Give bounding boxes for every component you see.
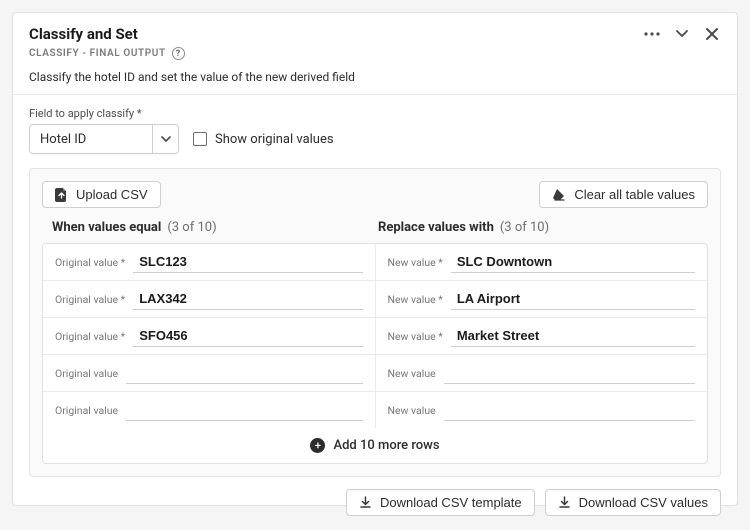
- original-value-cell: Original value *: [43, 281, 376, 317]
- table-row: Original value New value: [43, 392, 707, 428]
- file-upload-icon: [55, 188, 68, 202]
- field-select-value: Hotel ID: [30, 132, 96, 147]
- new-value-label: New value *: [388, 330, 443, 343]
- download-icon: [359, 496, 372, 509]
- original-value-label: Original value *: [55, 256, 125, 269]
- download-icon: [558, 496, 571, 509]
- help-icon[interactable]: ?: [172, 47, 185, 60]
- original-value-input[interactable]: [126, 399, 362, 421]
- original-value-input[interactable]: [126, 362, 362, 384]
- new-value-label: New value: [388, 367, 436, 380]
- checkbox-box: [193, 132, 207, 146]
- clear-all-button[interactable]: Clear all table values: [539, 181, 708, 208]
- new-value-label: New value *: [388, 293, 443, 306]
- new-value-label: New value: [388, 404, 436, 417]
- original-value-cell: Original value *: [43, 318, 376, 354]
- columns-header: When values equal(3 of 10) Replace value…: [42, 220, 708, 243]
- new-value-input[interactable]: [451, 288, 695, 310]
- upload-csv-button[interactable]: Upload CSV: [42, 181, 161, 208]
- show-original-checkbox[interactable]: Show original values: [193, 132, 334, 147]
- original-value-label: Original value: [55, 404, 118, 417]
- panel-subtitle: CLASSIFY - FINAL OUTPUT: [29, 48, 166, 59]
- download-template-button[interactable]: Download CSV template: [346, 489, 535, 516]
- original-value-label: Original value: [55, 367, 118, 380]
- original-value-input[interactable]: [133, 251, 362, 273]
- field-label: Field to apply classify *: [29, 107, 721, 120]
- header-actions: [643, 25, 721, 43]
- new-value-cell: New value: [376, 355, 708, 391]
- new-value-label: New value *: [388, 256, 443, 269]
- original-value-cell: Original value: [43, 392, 376, 428]
- field-select[interactable]: Hotel ID: [29, 124, 179, 154]
- new-value-input[interactable]: [444, 362, 695, 384]
- new-value-input[interactable]: [451, 251, 695, 273]
- close-icon[interactable]: [703, 25, 721, 43]
- add-rows-button[interactable]: + Add 10 more rows: [43, 428, 707, 463]
- table-row: Original value * New value *: [43, 318, 707, 355]
- original-value-input[interactable]: [133, 325, 362, 347]
- values-panel: Upload CSV Clear all table values When v…: [29, 168, 721, 477]
- original-value-cell: Original value: [43, 355, 376, 391]
- original-value-label: Original value *: [55, 293, 125, 306]
- original-value-label: Original value *: [55, 330, 125, 343]
- right-column-title: Replace values with(3 of 10): [378, 220, 704, 235]
- panel-body: Field to apply classify * Hotel ID Show …: [13, 95, 737, 530]
- eraser-icon: [552, 188, 566, 201]
- new-value-cell: New value *: [376, 318, 708, 354]
- panel-title: Classify and Set: [29, 25, 138, 43]
- table-row: Original value * New value *: [43, 244, 707, 281]
- new-value-cell: New value *: [376, 281, 708, 317]
- new-value-input[interactable]: [451, 325, 695, 347]
- chevron-down-icon: [152, 125, 178, 153]
- checkbox-label: Show original values: [215, 132, 334, 147]
- table-row: Original value * New value *: [43, 281, 707, 318]
- download-values-button[interactable]: Download CSV values: [545, 489, 721, 516]
- classify-panel: Classify and Set CLASSIFY - FINAL OUTPUT…: [12, 12, 738, 506]
- collapse-icon[interactable]: [673, 25, 691, 43]
- panel-description: Classify the hotel ID and set the value …: [29, 70, 721, 84]
- new-value-cell: New value *: [376, 244, 708, 280]
- panel-subtitle-row: CLASSIFY - FINAL OUTPUT ?: [29, 47, 721, 60]
- more-icon[interactable]: [643, 25, 661, 43]
- table-row: Original value New value: [43, 355, 707, 392]
- original-value-input[interactable]: [133, 288, 362, 310]
- plus-icon: +: [310, 438, 325, 453]
- panel-header: Classify and Set CLASSIFY - FINAL OUTPUT…: [13, 13, 737, 95]
- values-table: Original value *New value *Original valu…: [42, 243, 708, 464]
- new-value-input[interactable]: [444, 399, 695, 421]
- left-column-title: When values equal(3 of 10): [52, 220, 378, 235]
- original-value-cell: Original value *: [43, 244, 376, 280]
- new-value-cell: New value: [376, 392, 708, 428]
- footer-actions: Download CSV template Download CSV value…: [29, 489, 721, 516]
